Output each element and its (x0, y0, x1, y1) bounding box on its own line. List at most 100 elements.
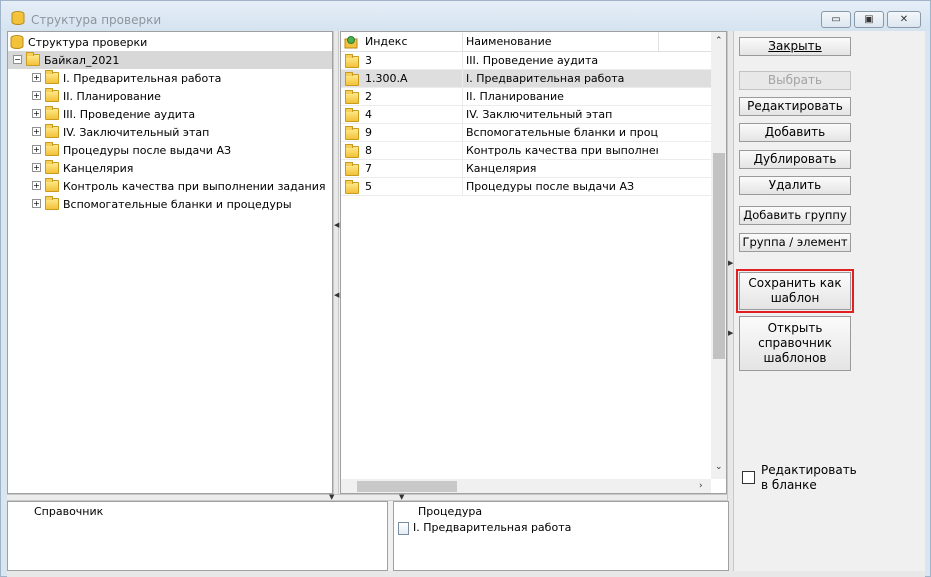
table-row[interactable]: 7 Канцелярия (341, 160, 711, 178)
expand-icon[interactable]: + (32, 163, 41, 172)
folder-add-icon (344, 36, 358, 49)
cell-name: IV. Заключительный этап (462, 106, 658, 124)
save-template-label-line2: шаблон (770, 291, 820, 305)
tree-item[interactable]: + II. Планирование (8, 87, 161, 105)
tree-header: Структура проверки (10, 33, 147, 51)
select-button[interactable]: Выбрать (739, 71, 851, 90)
table-row[interactable]: 5 Процедуры после выдачи АЗ (341, 178, 711, 196)
arrow-right-icon: ▶ (728, 259, 734, 267)
status-bar (7, 571, 925, 577)
expand-icon[interactable]: + (32, 73, 41, 82)
tree-item-label: IV. Заключительный этап (63, 125, 210, 139)
scroll-right-icon[interactable]: › (699, 481, 703, 491)
cell-index: 8 (365, 144, 372, 157)
folder-icon (45, 88, 59, 102)
vertical-splitter-right[interactable]: ▶ ▶ (727, 31, 734, 571)
grid-header: Индекс Наименование (341, 32, 711, 52)
expand-icon[interactable]: + (32, 109, 41, 118)
folder-icon (45, 142, 59, 156)
folder-icon (345, 72, 359, 86)
expand-icon[interactable]: + (32, 91, 41, 100)
cell-index: 5 (365, 180, 372, 193)
save-template-label-line1: Сохранить как (748, 276, 842, 290)
table-row[interactable]: 8 Контроль качества при выполнени... (341, 142, 711, 160)
column-index[interactable]: Индекс (363, 33, 408, 51)
open-templates-label-line3: шаблонов (763, 351, 827, 365)
tree-item[interactable]: + Канцелярия (8, 159, 133, 177)
expand-icon[interactable]: + (32, 181, 41, 190)
open-templates-button[interactable]: Открыть справочник шаблонов (739, 316, 851, 371)
vertical-splitter-left[interactable]: ◀ ◀ (333, 31, 339, 494)
expand-icon[interactable]: + (32, 145, 41, 154)
tree-root-node[interactable]: − Байкал_2021 (8, 51, 332, 69)
cell-index: 7 (365, 162, 372, 175)
tree-header-label: Структура проверки (28, 35, 148, 49)
collapse-icon[interactable]: − (13, 55, 22, 64)
edit-button-label: Редактировать (747, 99, 843, 113)
expand-icon[interactable]: + (32, 127, 41, 136)
procedure-panel[interactable]: Процедура I. Предварительная работа (393, 501, 729, 571)
maximize-button[interactable]: ▣ (854, 11, 884, 28)
save-as-template-button[interactable]: Сохранить как шаблон (736, 269, 854, 313)
group-element-button[interactable]: Группа / элемент (739, 233, 851, 252)
horizontal-scrollbar[interactable]: › (341, 479, 711, 493)
reference-panel[interactable]: Справочник (7, 501, 388, 571)
expand-icon[interactable]: + (32, 199, 41, 208)
delete-button-label: Удалить (768, 178, 822, 192)
scroll-up-icon[interactable]: ⌃ (715, 36, 723, 46)
table-row[interactable]: 9 Вспомогательные бланки и проце... (341, 124, 711, 142)
tree-item[interactable]: + Контроль качества при выполнении задани… (8, 177, 325, 195)
vertical-scrollbar[interactable]: ⌃ ⌄ (711, 32, 726, 479)
delete-button[interactable]: Удалить (739, 176, 851, 195)
folder-icon (345, 90, 359, 104)
close-button[interactable]: Закрыть (739, 37, 851, 56)
cell-name: Контроль качества при выполнени... (462, 142, 658, 160)
action-panel: Закрыть Выбрать Редактировать Добавить Д… (734, 31, 925, 571)
close-window-button[interactable]: ✕ (887, 11, 921, 28)
hscroll-thumb[interactable] (357, 481, 457, 492)
close-button-label: Закрыть (768, 39, 822, 53)
table-row[interactable]: 3 III. Проведение аудита (341, 52, 711, 70)
edit-in-form-label-line1: Редактировать (761, 463, 857, 477)
tree-item[interactable]: + III. Проведение аудита (8, 105, 195, 123)
add-button[interactable]: Добавить (739, 123, 851, 142)
open-templates-label-line1: Открыть (767, 321, 823, 335)
horizontal-splitter[interactable]: ▼ ▼ (7, 493, 727, 501)
arrow-down-icon: ▼ (329, 493, 335, 501)
cell-index: 3 (365, 54, 372, 67)
tree-item[interactable]: + Вспомогательные бланки и процедуры (8, 195, 292, 213)
edit-button[interactable]: Редактировать (739, 97, 851, 116)
structure-tree[interactable]: Структура проверки − Байкал_2021 + I. Пре… (7, 31, 333, 494)
database-icon (10, 35, 24, 49)
tree-item[interactable]: + IV. Заключительный этап (8, 123, 209, 141)
duplicate-button-label: Дублировать (753, 152, 837, 166)
main-window: Структура проверки ▭ ▣ ✕ Структура прове… (0, 0, 931, 577)
edit-in-form-checkbox[interactable] (742, 471, 755, 484)
tree-root-label: Байкал_2021 (44, 53, 120, 67)
procedure-item[interactable]: I. Предварительная работа (398, 521, 571, 535)
folder-icon (45, 106, 59, 120)
tree-item-label: Процедуры после выдачи АЗ (63, 143, 232, 157)
duplicate-button[interactable]: Дублировать (739, 150, 851, 169)
tree-item[interactable]: + I. Предварительная работа (8, 69, 221, 87)
folder-icon (45, 196, 59, 210)
title-bar[interactable]: Структура проверки ▭ ▣ ✕ (1, 1, 930, 31)
cell-index: 4 (365, 108, 372, 121)
procedures-grid[interactable]: Индекс Наименование 3 III. Проведение ауд… (340, 31, 727, 494)
table-row[interactable]: 1.300.A I. Предварительная работа (341, 70, 711, 88)
cell-name: Процедуры после выдачи АЗ (462, 178, 658, 196)
minimize-icon: ▭ (831, 14, 841, 25)
scroll-down-icon[interactable]: ⌄ (715, 462, 723, 472)
table-row[interactable]: 2 II. Планирование (341, 88, 711, 106)
add-group-button[interactable]: Добавить группу (739, 206, 851, 225)
tree-item[interactable]: + Процедуры после выдачи АЗ (8, 141, 231, 159)
scroll-thumb[interactable] (713, 153, 725, 359)
folder-icon (345, 54, 359, 68)
cell-name: III. Проведение аудита (462, 52, 658, 70)
column-name[interactable]: Наименование (462, 33, 658, 51)
select-button-label: Выбрать (767, 73, 823, 87)
minimize-button[interactable]: ▭ (821, 11, 851, 28)
maximize-icon: ▣ (864, 14, 874, 25)
folder-icon (45, 124, 59, 138)
table-row[interactable]: 4 IV. Заключительный этап (341, 106, 711, 124)
